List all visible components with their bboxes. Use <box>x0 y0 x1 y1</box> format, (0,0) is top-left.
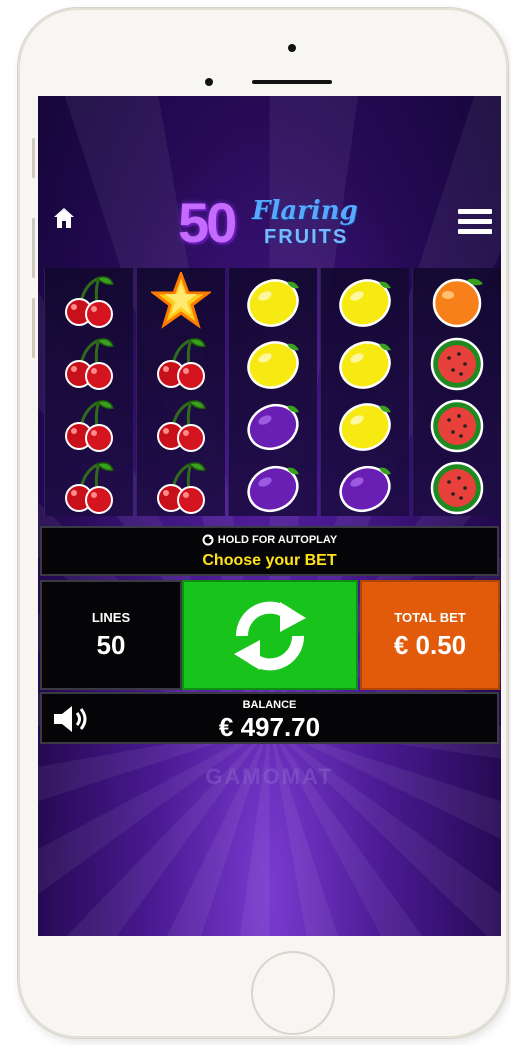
balance-value: € 497.70 <box>218 712 321 742</box>
reel-4 <box>320 268 409 516</box>
spin-button[interactable] <box>182 580 358 690</box>
logo-script: Flaring <box>252 196 358 226</box>
balance-bar: BALANCE € 497.70 <box>40 692 499 744</box>
cherry-icon <box>59 334 119 392</box>
lemon-icon <box>335 334 395 392</box>
cherry-icon <box>59 272 119 330</box>
watermelon-icon <box>427 458 487 516</box>
balance-label: BALANCE <box>242 699 297 711</box>
volume-up-button <box>32 218 35 278</box>
cherry-icon <box>59 458 119 516</box>
reel-3 <box>228 268 317 516</box>
phone-home-button[interactable] <box>251 951 335 1035</box>
lines-label: LINES <box>91 610 131 625</box>
home-icon[interactable] <box>52 206 76 230</box>
logo-number: 50 <box>178 191 237 254</box>
lemon-icon <box>335 272 395 330</box>
lines-value: 50 <box>96 630 126 660</box>
reel-1 <box>44 268 133 516</box>
cherry-icon <box>59 396 119 454</box>
earpiece-speaker <box>252 80 332 84</box>
cherry-icon <box>151 334 211 392</box>
volume-down-button <box>32 298 35 358</box>
spin-icon <box>234 601 306 671</box>
front-camera <box>288 44 296 52</box>
watermelon-icon <box>427 334 487 392</box>
proximity-sensor <box>205 78 213 86</box>
autoplay-hint-row: HOLD FOR AUTOPLAY <box>42 534 497 546</box>
plum-icon <box>243 458 303 516</box>
total-bet-label: TOTAL BET <box>394 610 466 625</box>
star-icon <box>149 269 213 330</box>
game-screen: 50 Flaring FRUITS HOLD FOR AUTOPLAY Choo… <box>38 96 501 936</box>
plum-icon <box>335 458 395 516</box>
autoplay-hint: HOLD FOR AUTOPLAY <box>217 534 338 546</box>
orange-icon <box>427 272 487 330</box>
cherry-icon <box>151 396 211 454</box>
reel-5 <box>412 268 501 516</box>
total-bet-box[interactable]: TOTAL BET € 0.50 <box>360 580 500 690</box>
lemon-icon <box>335 396 395 454</box>
plum-icon <box>243 396 303 454</box>
logo-sub: FRUITS <box>264 226 349 248</box>
menu-icon[interactable] <box>458 209 492 235</box>
lemon-icon <box>243 334 303 392</box>
mute-switch <box>32 138 35 178</box>
total-bet-value: € 0.50 <box>393 630 467 660</box>
reels-area <box>42 268 501 516</box>
choose-bet-text: Choose your BET <box>202 552 337 569</box>
autoplay-bar[interactable]: HOLD FOR AUTOPLAY Choose your BET <box>40 526 499 576</box>
watermelon-icon <box>427 396 487 454</box>
cherry-icon <box>151 458 211 516</box>
refresh-icon <box>202 534 214 546</box>
game-logo: 50 Flaring FRUITS <box>178 188 368 258</box>
reel-2 <box>136 268 225 516</box>
provider-watermark: GAMOMAT <box>205 764 334 789</box>
lemon-icon <box>243 272 303 330</box>
lines-box[interactable]: LINES 50 <box>40 580 182 690</box>
